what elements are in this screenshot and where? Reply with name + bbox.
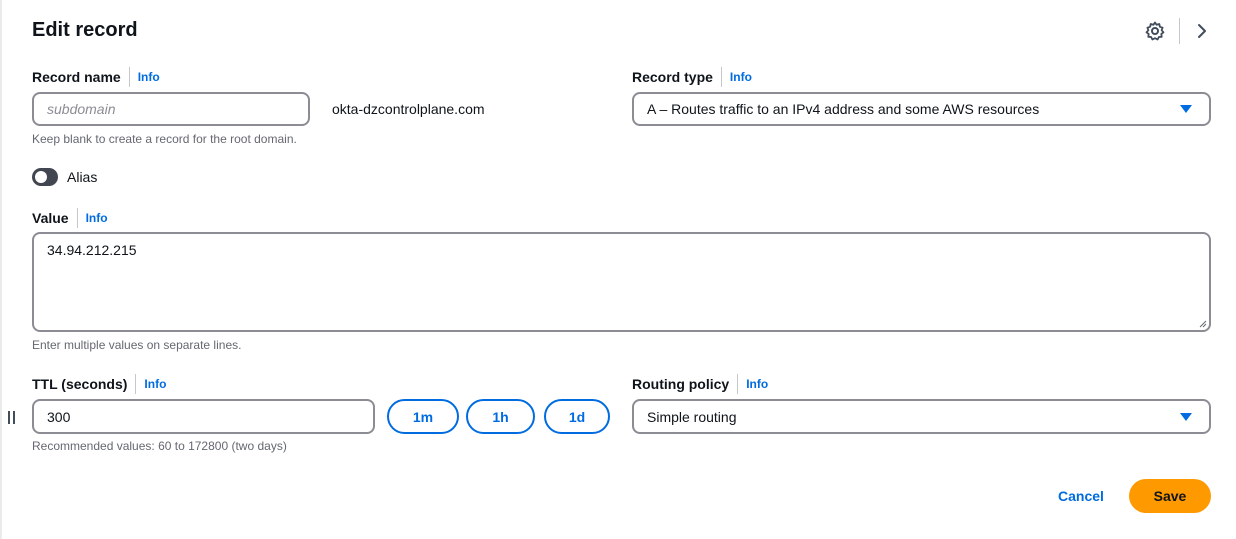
ttl-hint: Recommended values: 60 to 172800 (two da… [32, 439, 287, 453]
routing-policy-info-link[interactable]: Info [737, 374, 768, 394]
ttl-value: 300 [47, 408, 71, 425]
save-button[interactable]: Save [1129, 479, 1211, 513]
ttl-preset-1d-button[interactable]: 1d [544, 399, 610, 434]
chevron-right-icon [1198, 24, 1206, 38]
alias-label: Alias [67, 169, 98, 185]
panel-divider[interactable] [0, 0, 2, 539]
caret-down-icon [1180, 105, 1192, 113]
value-info-link[interactable]: Info [76, 208, 108, 228]
record-type-label-row: Record type Info [632, 67, 752, 87]
domain-suffix: okta-dzcontrolplane.com [332, 101, 485, 117]
caret-down-icon [1180, 412, 1192, 421]
ttl-info-link[interactable]: Info [135, 374, 166, 394]
toolbar-divider [1179, 18, 1180, 44]
record-name-label-row: Record name Info [32, 67, 160, 87]
ttl-label: TTL (seconds) [32, 376, 128, 392]
routing-policy-label: Routing policy [632, 376, 730, 392]
value-label: Value [32, 210, 69, 226]
record-name-input[interactable]: subdomain [32, 92, 310, 126]
value-text: 34.94.212.215 [47, 242, 137, 258]
header-tools [1141, 16, 1216, 46]
routing-policy-label-row: Routing policy Info [632, 374, 768, 394]
record-type-select[interactable]: A – Routes traffic to an IPv4 address an… [632, 92, 1211, 126]
gear-icon [1145, 21, 1165, 41]
edit-record-panel: Edit record Record name Info subdomain o… [0, 0, 1236, 539]
record-name-label: Record name [32, 69, 121, 85]
record-name-info-link[interactable]: Info [128, 67, 160, 87]
value-hint: Enter multiple values on separate lines. [32, 338, 242, 352]
ttl-preset-1m-button[interactable]: 1m [387, 399, 459, 434]
page-title: Edit record [32, 19, 138, 41]
ttl-label-row: TTL (seconds) Info [32, 374, 166, 394]
record-name-placeholder: subdomain [47, 101, 116, 117]
record-name-hint: Keep blank to create a record for the ro… [32, 132, 297, 146]
resize-grip-icon[interactable] [1199, 320, 1207, 328]
resize-handle-icon[interactable] [8, 411, 16, 425]
ttl-input[interactable]: 300 [32, 399, 375, 434]
cancel-button[interactable]: Cancel [1046, 480, 1116, 512]
routing-policy-select[interactable]: Simple routing [632, 399, 1211, 434]
collapse-panel-button[interactable] [1188, 17, 1216, 45]
alias-toggle[interactable] [32, 168, 58, 186]
settings-button[interactable] [1141, 17, 1169, 45]
value-textarea[interactable]: 34.94.212.215 [32, 232, 1211, 332]
toggle-knob [35, 171, 47, 183]
record-type-selected: A – Routes traffic to an IPv4 address an… [647, 101, 1040, 117]
value-label-row: Value Info [32, 208, 108, 228]
record-type-info-link[interactable]: Info [720, 67, 752, 87]
ttl-preset-1h-button[interactable]: 1h [466, 399, 535, 434]
routing-policy-selected: Simple routing [647, 408, 737, 425]
record-type-label: Record type [632, 69, 713, 85]
